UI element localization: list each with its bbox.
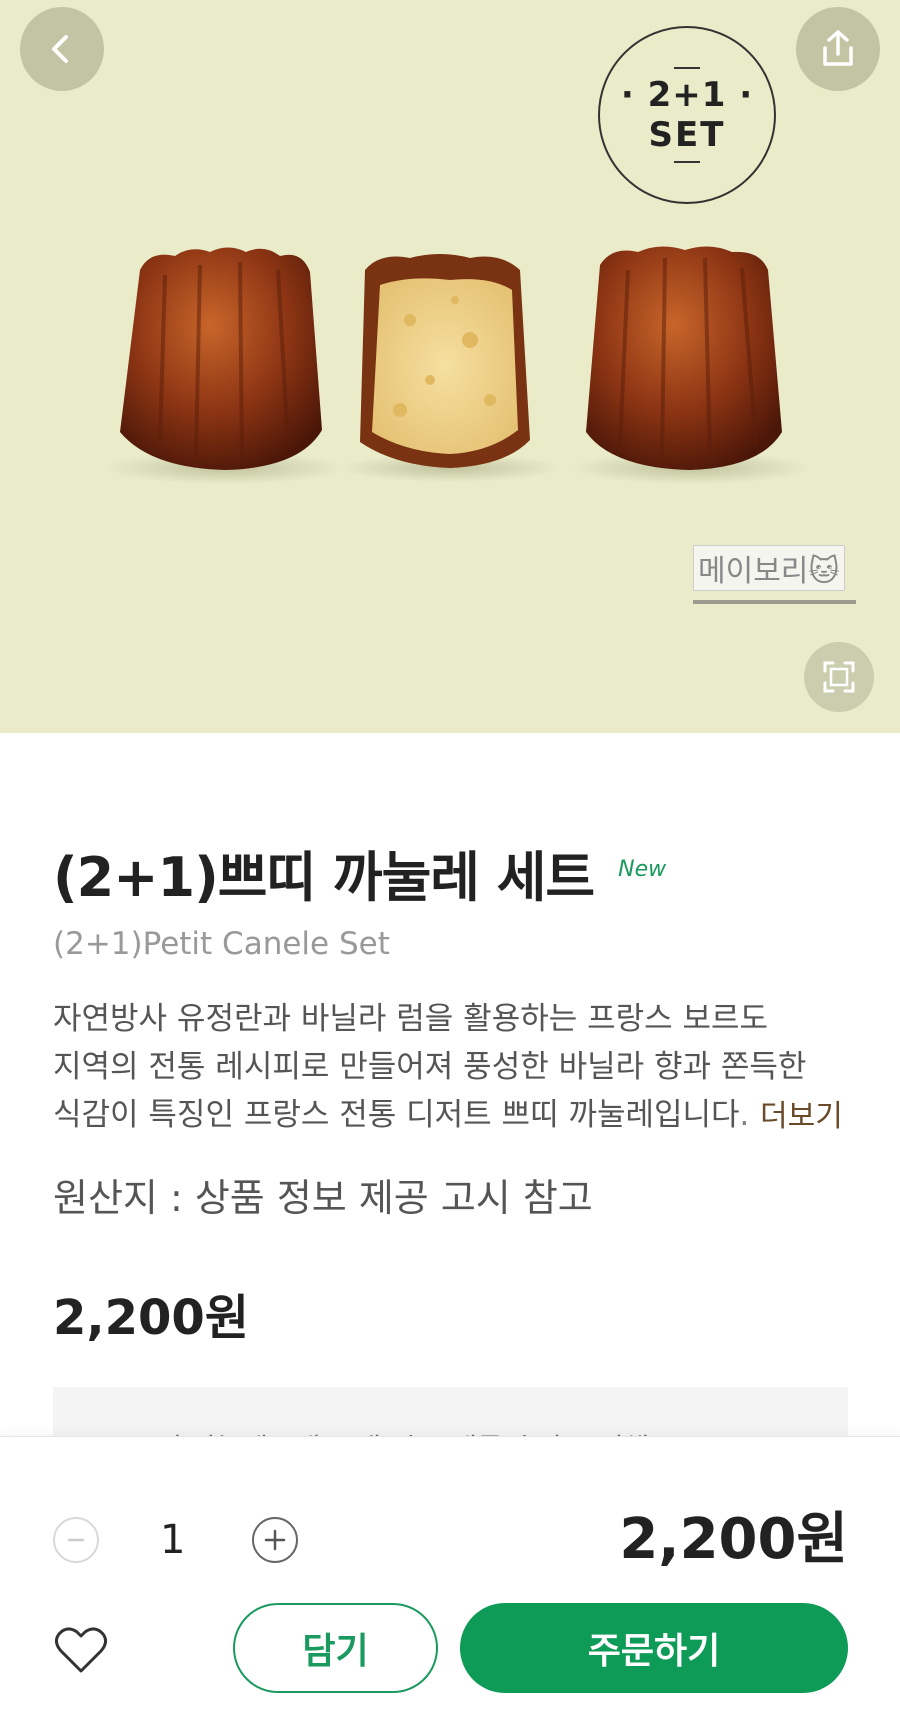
order-button[interactable]: 주문하기 — [460, 1603, 848, 1693]
quantity-value: 1 — [160, 1517, 186, 1563]
badge-line1: · 2+1 · — [620, 75, 754, 115]
more-link[interactable]: 더보기 — [740, 1093, 843, 1141]
back-button[interactable] — [20, 7, 104, 91]
product-subtitle: (2+1)Petit Canele Set — [53, 926, 390, 962]
minus-icon — [67, 1538, 85, 1542]
expand-icon — [823, 661, 855, 693]
badge-divider — [674, 161, 700, 163]
product-description: 자연방사 유정란과 바닐라 럼을 활용하는 프랑스 보르도 지역의 전통 레시피… — [53, 995, 853, 1137]
add-to-cart-button[interactable]: 담기 — [233, 1603, 438, 1693]
product-title: (2+1)쁘띠 까눌레 세트 — [53, 846, 595, 909]
description-line: 자연방사 유정란과 바닐라 럼을 활용하는 프랑스 보르도 — [53, 1001, 769, 1037]
origin-info: 원산지 : 상품 정보 제공 고시 참고 — [53, 1176, 593, 1220]
product-price: 2,200원 — [53, 1290, 249, 1346]
watermark-underline — [693, 600, 856, 604]
wishlist-button[interactable] — [53, 1622, 109, 1678]
badge-divider — [674, 67, 700, 69]
set-badge: · 2+1 · SET — [598, 26, 776, 204]
quantity-decrease-button[interactable] — [53, 1517, 99, 1563]
order-bar: 1 2,200원 담기 주문하기 — [0, 1436, 900, 1718]
product-detail-page: · 2+1 · SET 메이보리🐱 (2+1)쁘띠 까눌레 세트 New (2+… — [0, 0, 900, 1718]
description-line: 지역의 전통 레시피로 만들어져 풍성한 바닐라 향과 쫀득한 — [53, 1049, 807, 1085]
new-badge: New — [618, 857, 667, 882]
share-button[interactable] — [796, 7, 880, 91]
title-row: (2+1)쁘띠 까눌레 세트 New — [53, 845, 666, 911]
heart-icon — [54, 1627, 108, 1673]
quantity-increase-button[interactable] — [252, 1517, 298, 1563]
badge-line2: SET — [648, 115, 726, 155]
chevron-left-icon — [52, 35, 68, 63]
share-icon — [823, 30, 853, 66]
product-image: · 2+1 · SET 메이보리🐱 — [0, 0, 900, 733]
zoom-button[interactable] — [804, 642, 874, 712]
watermark-label: 메이보리🐱 — [693, 545, 845, 591]
plus-icon — [264, 1529, 286, 1551]
description-line: 식감이 특징인 프랑스 전통 디저트 쁘띠 까눌레입니다. — [53, 1097, 750, 1133]
total-price: 2,200원 — [619, 1507, 848, 1572]
